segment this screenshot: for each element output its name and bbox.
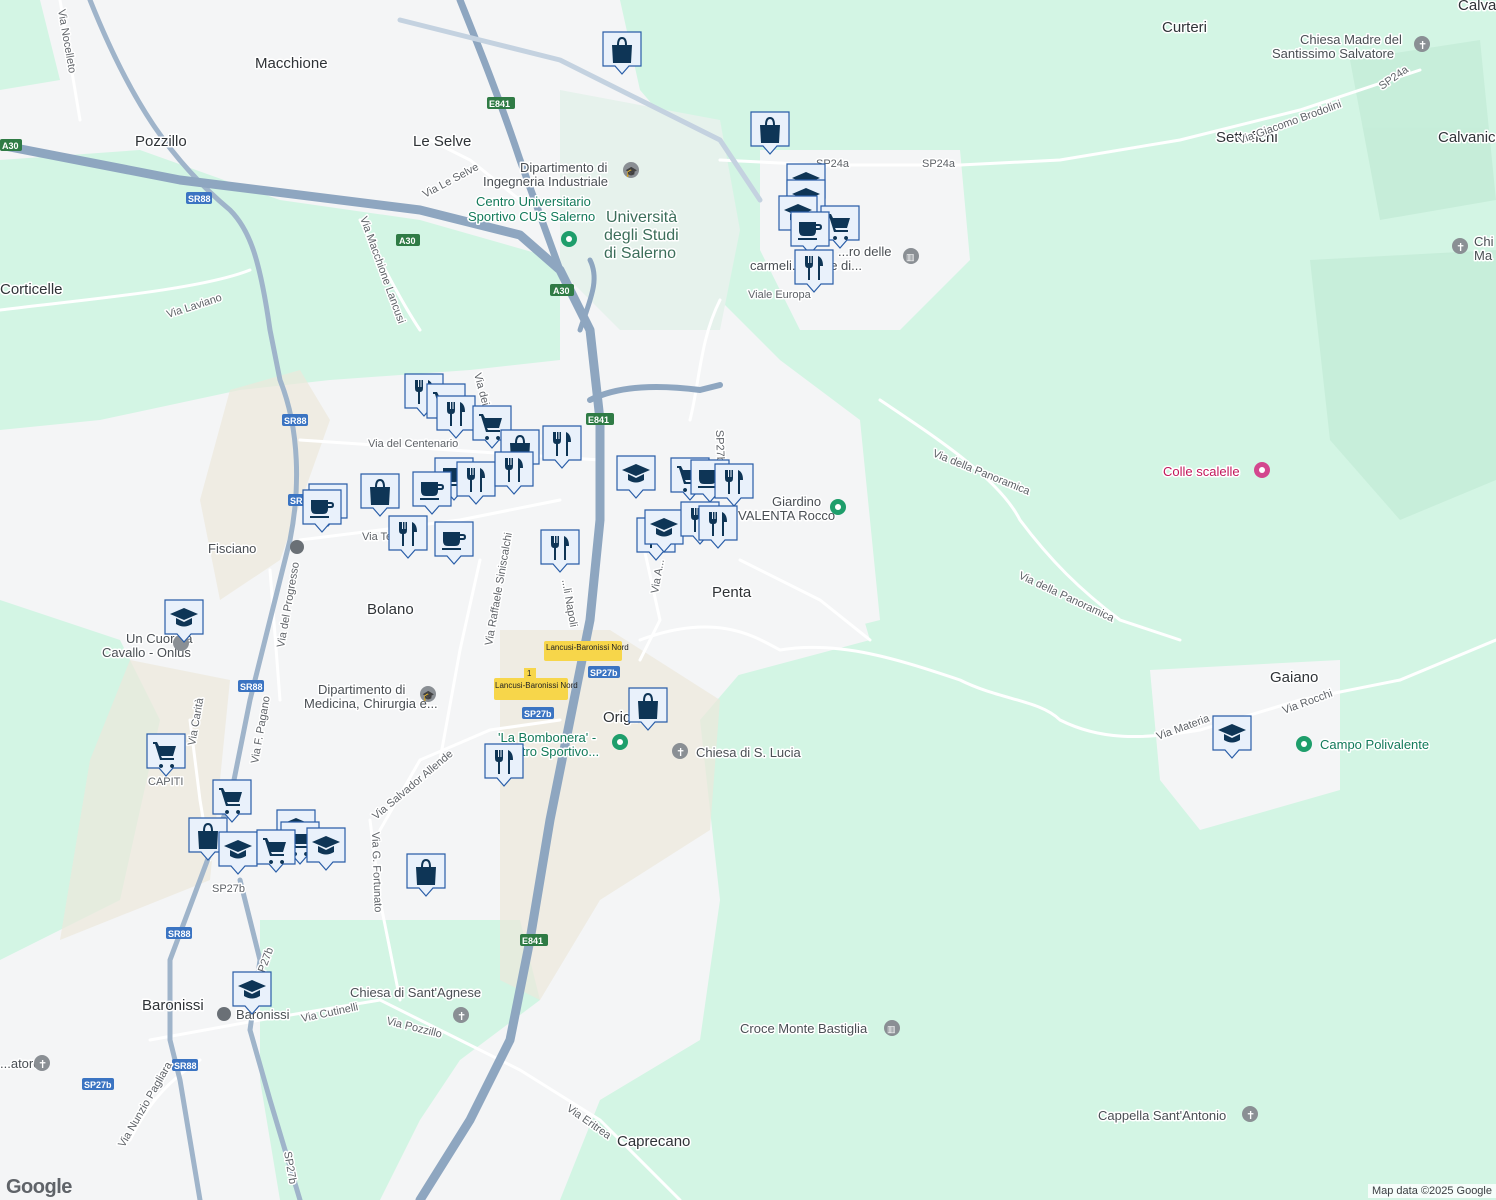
svg-text:✝: ✝: [38, 1059, 47, 1071]
google-logo: Google: [6, 1176, 72, 1198]
poi-croce-bastiglia: Croce Monte Bastiglia: [740, 1021, 868, 1036]
poi-centro-delle: ...ro delle: [838, 244, 891, 259]
shield-sr88-south: SR88: [168, 929, 191, 939]
shield-sp27b: SP27b: [590, 668, 618, 678]
poi-university-line3: di Salerno: [604, 245, 676, 262]
exit-label-north: Lancusi-Baronissi Nord: [546, 643, 629, 652]
poi-cus-line1: Centro Universitario: [476, 194, 591, 209]
poi-colle-scalelle: Colle scalelle: [1163, 464, 1240, 479]
poi-ingegneria-line2: Ingegneria Industriale: [483, 174, 608, 189]
poi-campo-polivalente: Campo Polivalente: [1320, 737, 1429, 752]
road-via-del-centenario: Via del Centenario: [368, 438, 458, 450]
shield-e841: E841: [588, 415, 609, 425]
shield-a30-south: A30: [553, 286, 570, 296]
poi-chi-line2: Ma: [1474, 248, 1493, 263]
shield-sr-fisciano: SR: [290, 496, 303, 506]
road-sp24a-2: SP24a: [922, 158, 956, 170]
town-baronissi: Baronissi: [142, 997, 204, 1014]
town-calva: Calva: [1458, 0, 1496, 14]
town-calvanico: Calvanico: [1438, 129, 1496, 146]
town-capiti: CAPITI: [148, 776, 183, 788]
town-le-selve: Le Selve: [413, 133, 471, 150]
poi-chiesa-madre-line2: Santissimo Salvatore: [1272, 46, 1394, 61]
svg-text:▥: ▥: [887, 1024, 896, 1034]
shield-sp27b-west: SP27b: [524, 709, 552, 719]
town-caprecano: Caprecano: [617, 1133, 690, 1150]
town-macchione: Macchione: [255, 55, 328, 72]
shield-sp27b-sw: SP27b: [84, 1080, 112, 1090]
poi-baronissi-station: Baronissi: [236, 1007, 290, 1022]
shield-sr88-mid: SR88: [240, 682, 263, 692]
train-station-icon: [290, 540, 304, 554]
poi-chi-line1: Chi: [1474, 234, 1494, 249]
svg-text:✝: ✝: [457, 1011, 466, 1023]
poi-cappella-antonio: Cappella Sant'Antonio: [1098, 1108, 1226, 1123]
shield-a30: A30: [399, 236, 416, 246]
svg-text:✝: ✝: [1418, 40, 1427, 52]
svg-text:✝: ✝: [1246, 1110, 1255, 1122]
shield-sr88-baronissi: SR88: [174, 1061, 197, 1071]
poi-ingegneria-line1: Dipartimento di: [520, 160, 608, 175]
map-attribution: Map data ©2025 Google: [1367, 1184, 1496, 1198]
town-penta: Penta: [712, 584, 752, 601]
poi-university-line2: degli Studi: [604, 227, 679, 244]
shield-e841-north: E841: [489, 99, 510, 109]
poi-chiesa-lucia: Chiesa di S. Lucia: [696, 745, 802, 760]
shield-sr88: SR88: [284, 416, 307, 426]
town-bolano: Bolano: [367, 601, 414, 618]
town-pozzillo: Pozzillo: [135, 133, 187, 150]
poi-medicina-line1: Dipartimento di: [318, 682, 406, 697]
town-corticelle: Corticelle: [0, 281, 63, 298]
shield-a30-west: A30: [2, 141, 19, 151]
town-fisciano: Fisciano: [208, 541, 256, 556]
poi-medicina-line2: Medicina, Chirurgia e...: [304, 696, 438, 711]
exit-label-south: Lancusi-Baronissi Nord: [495, 681, 578, 690]
svg-text:▥: ▥: [906, 252, 915, 262]
town-curteri: Curteri: [1162, 19, 1207, 36]
road-viale-europa: Viale Europa: [748, 289, 812, 301]
svg-text:✝: ✝: [676, 747, 685, 759]
shield-e841-south: E841: [522, 936, 543, 946]
town-gaiano: Gaiano: [1270, 669, 1318, 686]
poi-giardino-line2: VALENTA Rocco: [738, 508, 835, 523]
graduation-cap-icon: 🎓: [625, 166, 637, 178]
svg-text:✝: ✝: [1456, 242, 1465, 254]
map-canvas[interactable]: A30 A30 A30 E841 E841 E841 SR88 SR88 SR8…: [0, 0, 1496, 1200]
road-sp27b-north: SP27b: [713, 430, 726, 463]
road-sp27b-capiti: SP27b: [212, 883, 245, 895]
poi-university-line1: Università: [606, 209, 677, 226]
exit-number: 1: [527, 669, 532, 678]
shield-sr88-north: SR88: [188, 194, 211, 204]
poi-giardino-line1: Giardino: [772, 494, 821, 509]
svg-text:🎓: 🎓: [422, 690, 434, 702]
poi-chiesa-agnese: Chiesa di Sant'Agnese: [350, 985, 481, 1000]
poi-chiesa-madre-line1: Chiesa Madre del: [1300, 32, 1402, 47]
poi-cus-line2: Sportivo CUS Salerno: [468, 209, 595, 224]
train-station-icon: [217, 1007, 231, 1021]
poi-bombonera-line1: 'La Bombonera' -: [498, 730, 596, 745]
